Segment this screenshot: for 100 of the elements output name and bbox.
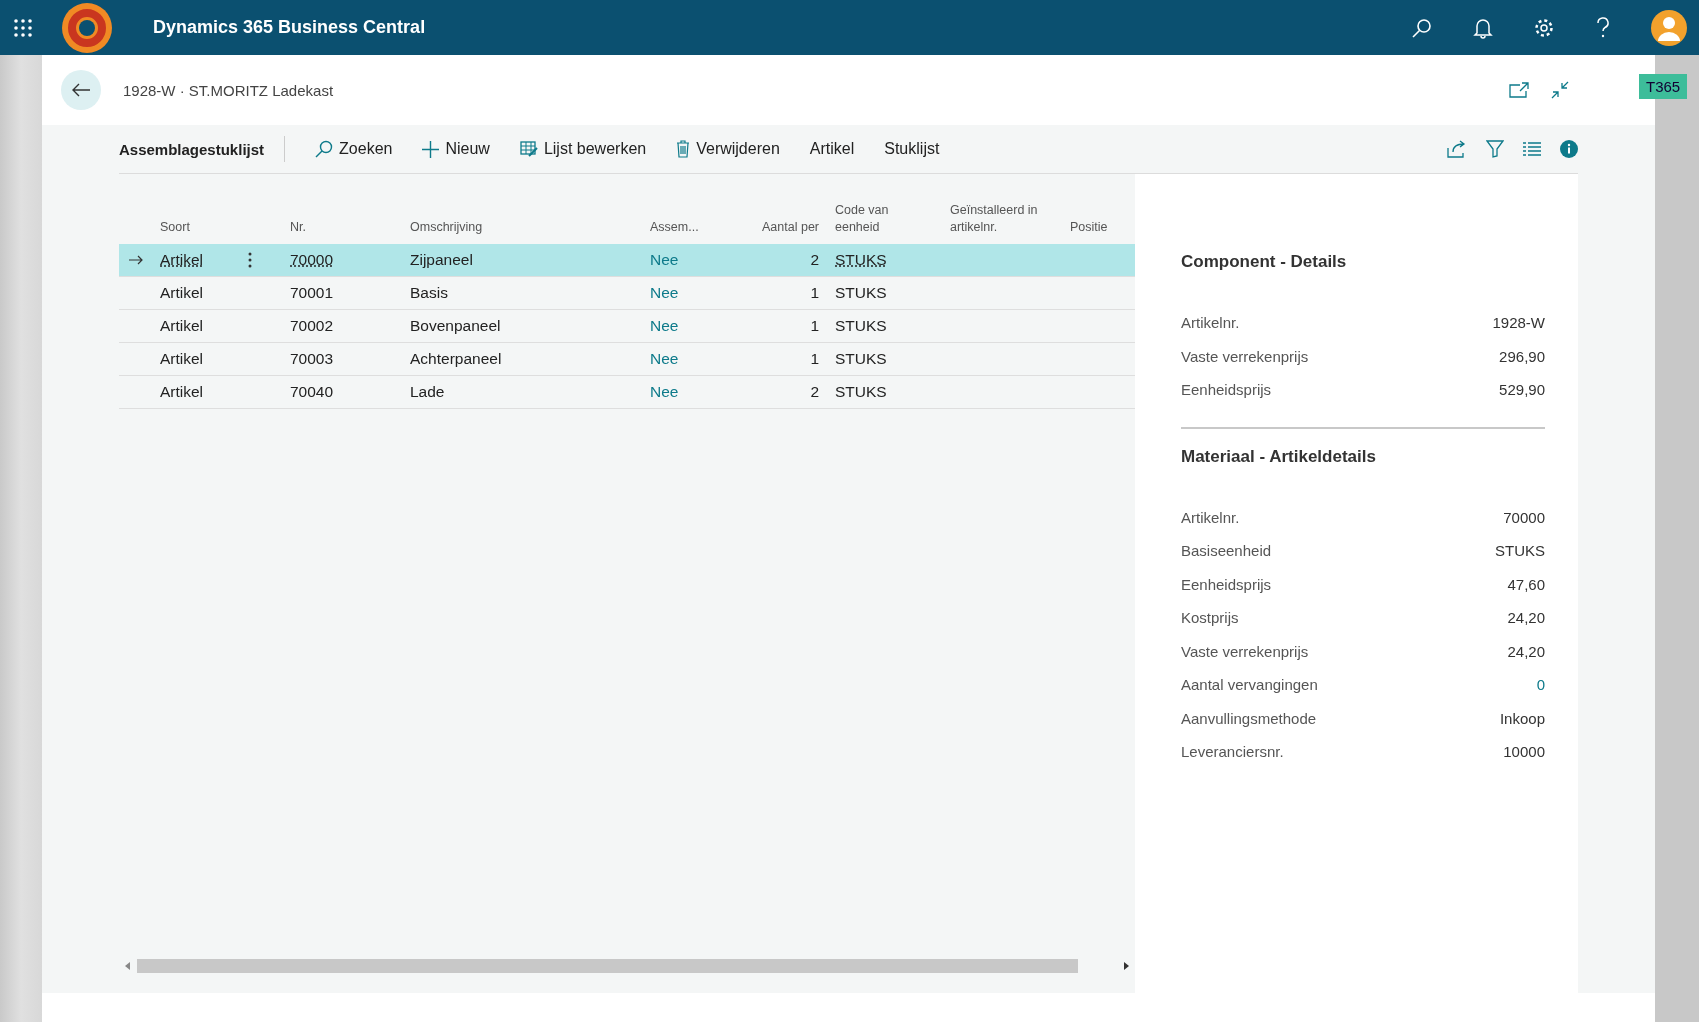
trash-icon — [676, 140, 691, 158]
action-button[interactable]: Zoeken — [305, 140, 405, 158]
action-button[interactable]: Artikel — [799, 140, 867, 158]
scrollbar-thumb[interactable] — [137, 959, 1078, 973]
column-header[interactable]: Positie — [1062, 219, 1127, 236]
table-cell: 2 — [810, 251, 819, 269]
field-value: 1928-W — [1492, 314, 1545, 332]
action-button[interactable]: Stuklijst — [874, 140, 952, 158]
table-row[interactable]: Artikel 70001 Basis Nee 1 STUKS — [119, 277, 1135, 310]
more-options-icon[interactable] — [248, 252, 252, 268]
table-cell: STUKS — [835, 284, 887, 302]
column-header[interactable]: Assem... — [642, 219, 722, 236]
table-cell: 1 — [810, 284, 819, 302]
search-icon — [315, 140, 334, 158]
table-cell: 1 — [810, 317, 819, 335]
field-label: Aantal vervangingen — [1181, 676, 1318, 694]
scroll-left-icon[interactable] — [125, 962, 131, 970]
app-launcher-icon[interactable] — [13, 17, 33, 38]
share-icon[interactable] — [1447, 140, 1467, 158]
table-cell: Lade — [410, 383, 445, 401]
field-label: Basiseenheid — [1181, 542, 1272, 560]
field-value: STUKS — [1495, 542, 1545, 560]
table-cell: Nee — [650, 251, 679, 269]
app-title: Dynamics 365 Business Central — [153, 17, 426, 38]
field-label: Vaste verrekenprijs — [1181, 347, 1309, 365]
action-button[interactable]: Verwijderen — [666, 140, 792, 158]
table-cell: STUKS — [835, 383, 887, 401]
table-row[interactable]: Artikel 70003 Achterpaneel Nee 1 STUKS — [119, 343, 1135, 376]
table-cell: Bovenpaneel — [410, 317, 501, 335]
field-value[interactable]: 0 — [1536, 676, 1545, 694]
table-cell: Artikel — [160, 251, 204, 269]
table-cell: Achterpaneel — [410, 350, 502, 368]
action-button[interactable]: Lijst bewerken — [509, 140, 659, 158]
table-cell: Nee — [650, 317, 679, 335]
back-arrow-icon — [71, 82, 91, 98]
filter-icon[interactable] — [1486, 140, 1504, 158]
field-value: 10000 — [1503, 743, 1545, 761]
field-label: Artikelnr. — [1181, 314, 1240, 332]
field-label: Vaste verrekenprijs — [1181, 642, 1309, 660]
table-cell: Nee — [650, 383, 679, 401]
bell-icon[interactable] — [1473, 16, 1493, 39]
back-button[interactable] — [61, 70, 101, 110]
column-header[interactable]: Soort — [152, 219, 282, 236]
table-cell: 70040 — [290, 383, 334, 401]
column-header[interactable]: Nr. — [282, 219, 402, 236]
column-header[interactable]: Aantal per — [722, 219, 827, 236]
avatar-icon[interactable] — [1651, 9, 1687, 46]
table-cell: 70001 — [290, 284, 334, 302]
settings-icon[interactable] — [1533, 16, 1555, 39]
column-header[interactable]: Omschrijving — [402, 219, 642, 236]
table-row[interactable]: Artikel 70002 Bovenpaneel Nee 1 STUKS — [119, 310, 1135, 343]
table-cell: STUKS — [835, 251, 887, 269]
open-in-new-window-icon[interactable] — [1509, 82, 1529, 98]
table-cell: Artikel — [160, 317, 204, 335]
factbox-heading: Component - Details — [1181, 252, 1348, 272]
factbox-heading: Materiaal - Artikeldetails — [1181, 446, 1377, 467]
field-value: Inkoop — [1499, 709, 1545, 727]
field-label: Leveranciersnr. — [1181, 743, 1284, 761]
list-view-icon[interactable] — [1523, 142, 1541, 156]
list-title: Assemblagestuklijst — [119, 140, 265, 158]
environment-badge: T365 — [1639, 74, 1688, 99]
table-cell: 70002 — [290, 317, 334, 335]
field-label: Eenheidsprijs — [1181, 381, 1272, 399]
table-cell: Nee — [650, 284, 679, 302]
help-icon[interactable] — [1595, 16, 1611, 39]
field-value: 70000 — [1503, 508, 1545, 526]
field-value: 296,90 — [1499, 347, 1545, 365]
collapse-icon[interactable] — [1551, 81, 1569, 99]
scroll-right-icon[interactable] — [1123, 962, 1129, 970]
search-icon[interactable] — [1411, 16, 1433, 39]
table-cell: 70000 — [290, 251, 334, 269]
field-value: 24,20 — [1507, 642, 1545, 660]
field-value: 24,20 — [1507, 609, 1545, 627]
action-button[interactable]: Nieuw — [412, 140, 502, 158]
field-value: 529,90 — [1499, 381, 1545, 399]
column-header[interactable]: Code van eenheid — [827, 202, 942, 236]
table-row[interactable]: Artikel 70000 Zijpaneel Nee 2 STUKS — [119, 244, 1135, 277]
table-cell: Basis — [410, 284, 448, 302]
table-cell: Artikel — [160, 383, 204, 401]
field-label: Aanvullingsmethode — [1181, 709, 1317, 727]
plus-icon — [422, 140, 440, 158]
table-cell: 70003 — [290, 350, 334, 368]
field-value: 47,60 — [1507, 575, 1545, 593]
table-row[interactable]: Artikel 70040 Lade Nee 2 STUKS — [119, 376, 1135, 409]
arrow-icon — [128, 255, 143, 265]
table-cell: 1 — [810, 350, 819, 368]
table-cell: STUKS — [835, 350, 887, 368]
info-icon[interactable] — [1560, 140, 1578, 158]
page-title: 1928-W · ST.MORITZ Ladekast — [123, 81, 334, 99]
table-cell: STUKS — [835, 317, 887, 335]
table-cell: 2 — [810, 383, 819, 401]
field-label: Eenheidsprijs — [1181, 575, 1272, 593]
table-cell: Artikel — [160, 284, 204, 302]
table-edit-icon — [519, 141, 538, 157]
field-label: Kostprijs — [1181, 609, 1239, 627]
column-header[interactable]: Geïnstalleerd in artikelnr. — [942, 202, 1062, 236]
table-cell: Nee — [650, 350, 679, 368]
field-label: Artikelnr. — [1181, 508, 1240, 526]
table-cell: Zijpaneel — [410, 251, 473, 269]
table-cell: Artikel — [160, 350, 204, 368]
